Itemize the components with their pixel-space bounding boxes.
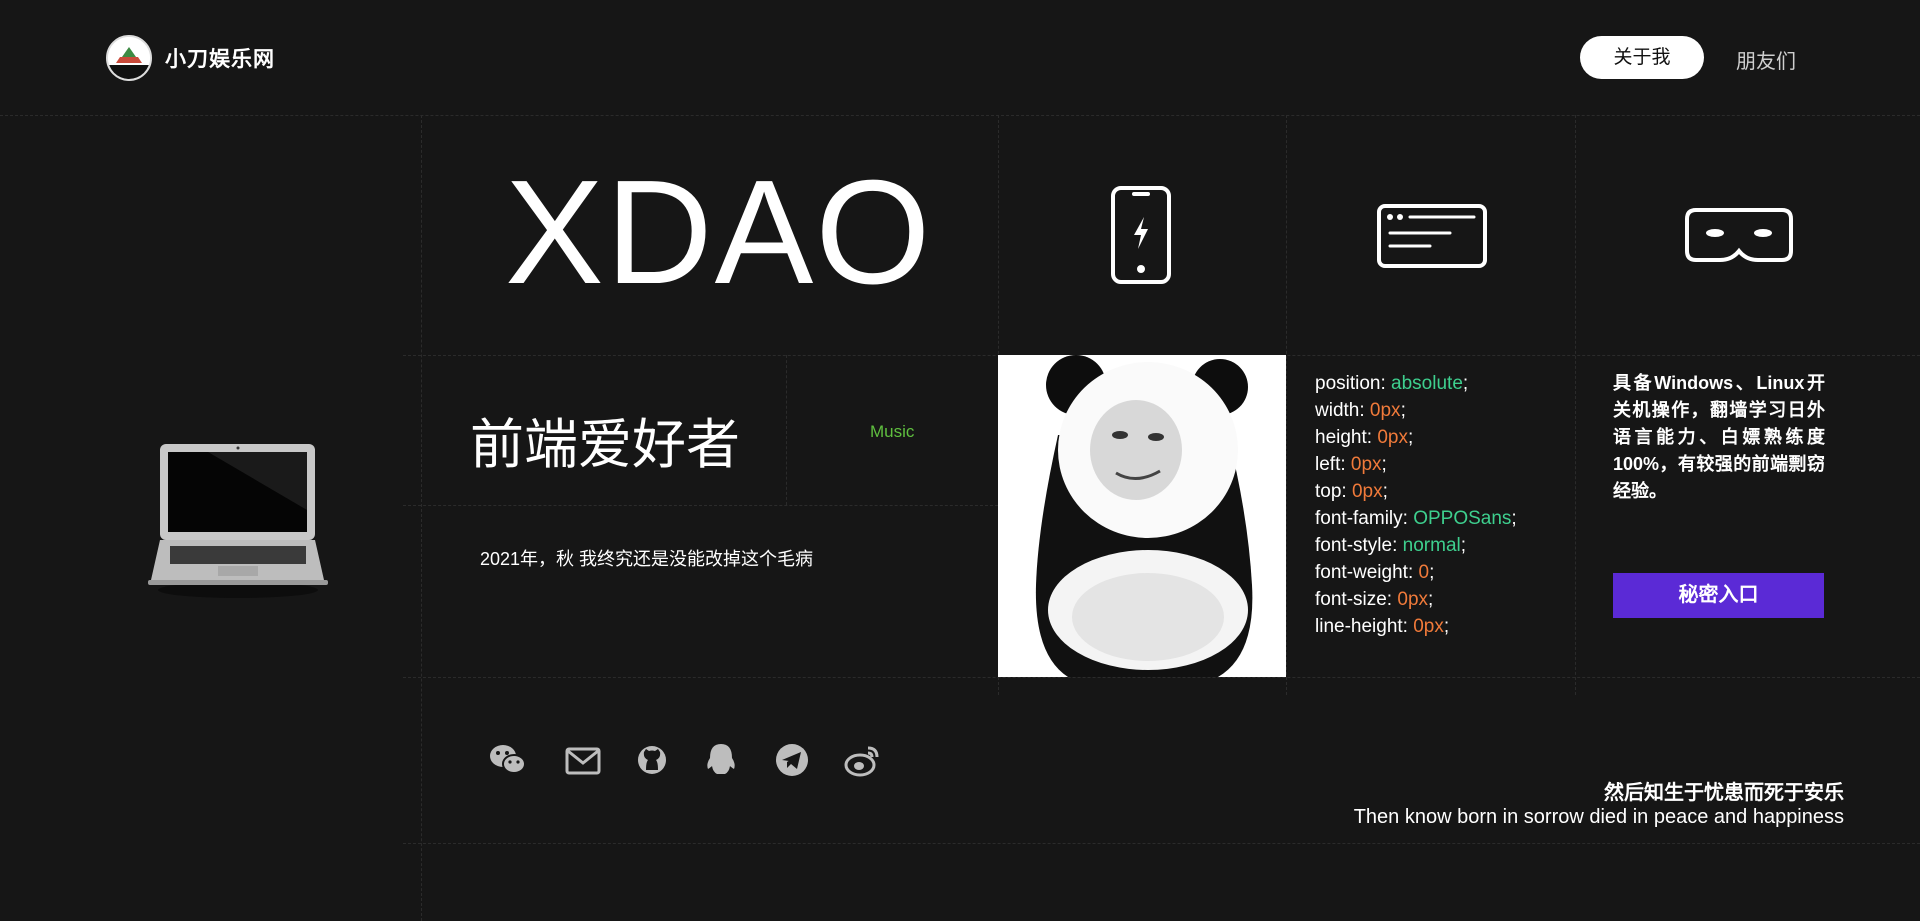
site-logo[interactable] bbox=[106, 35, 152, 81]
nav-friends-link[interactable]: 朋友们 bbox=[1736, 45, 1796, 74]
css-property-line: top: 0px; bbox=[1315, 478, 1517, 505]
music-link[interactable]: Music bbox=[870, 422, 914, 442]
css-semicolon: ; bbox=[1511, 508, 1517, 529]
css-property-name: width: bbox=[1315, 400, 1370, 421]
qq-icon[interactable] bbox=[701, 740, 741, 780]
css-property-line: font-family: OPPOSans; bbox=[1315, 505, 1517, 532]
grid-line bbox=[786, 355, 787, 505]
css-property-name: font-size: bbox=[1315, 589, 1398, 610]
css-property-line: position: absolute; bbox=[1315, 370, 1517, 397]
grid-line bbox=[1286, 115, 1287, 695]
browser-window-icon bbox=[1376, 203, 1488, 274]
wechat-icon[interactable] bbox=[488, 740, 528, 780]
brand-name[interactable]: 小刀娱乐网 bbox=[165, 43, 275, 73]
quote-chinese: 然后知生于忧患而死于安乐 bbox=[1604, 782, 1844, 804]
hero-title: XDAO bbox=[505, 150, 933, 315]
css-property-line: width: 0px; bbox=[1315, 397, 1517, 424]
css-semicolon: ; bbox=[1382, 481, 1388, 502]
phone-icon bbox=[1110, 185, 1172, 290]
css-semicolon: ; bbox=[1400, 400, 1406, 421]
quote-english: Then know born in sorrow died in peace a… bbox=[1353, 806, 1844, 828]
css-property-line: line-height: 0px; bbox=[1315, 613, 1517, 640]
css-property-value: normal bbox=[1402, 535, 1461, 556]
grid-line bbox=[403, 505, 998, 506]
css-semicolon: ; bbox=[1462, 373, 1469, 394]
css-property-line: font-style: normal; bbox=[1315, 532, 1517, 559]
css-semicolon: ; bbox=[1381, 454, 1387, 475]
vr-headset-icon bbox=[1684, 207, 1794, 268]
css-property-value: 0px bbox=[1350, 454, 1382, 475]
css-property-line: left: 0px; bbox=[1315, 451, 1517, 478]
css-property-value: 0px bbox=[1413, 616, 1444, 637]
css-property-line: font-size: 0px; bbox=[1315, 586, 1517, 613]
css-property-value: 0px bbox=[1351, 481, 1383, 502]
css-property-name: line-height: bbox=[1315, 616, 1414, 637]
mail-icon[interactable] bbox=[563, 740, 603, 780]
css-property-name: position: bbox=[1315, 373, 1392, 394]
hero-subtitle: 前端爱好者 bbox=[470, 415, 740, 475]
css-semicolon: ; bbox=[1428, 589, 1434, 610]
secret-entrance-button[interactable]: 秘密入口 bbox=[1613, 573, 1824, 618]
css-property-name: top: bbox=[1315, 481, 1352, 502]
css-property-name: font-weight: bbox=[1315, 562, 1419, 583]
css-property-value: 0 bbox=[1418, 562, 1430, 583]
grid-line bbox=[0, 115, 1920, 116]
laptop-icon bbox=[148, 440, 328, 605]
motto-text: 2021年，秋 我终究还是没能改掉这个毛病 bbox=[480, 549, 814, 569]
css-property-value: absolute bbox=[1391, 373, 1463, 394]
grid-line bbox=[421, 115, 422, 921]
css-property-value: 0px bbox=[1377, 427, 1408, 448]
css-property-name: font-style: bbox=[1315, 535, 1403, 556]
grid-line bbox=[1575, 115, 1576, 695]
nav-about-button[interactable]: 关于我 bbox=[1580, 36, 1704, 79]
skills-description: 具备Windows、Linux开关机操作，翻墙学习日外语言能力、白嫖熟练度100… bbox=[1613, 373, 1825, 501]
css-property-line: font-weight: 0; bbox=[1315, 559, 1517, 586]
css-semicolon: ; bbox=[1407, 427, 1414, 448]
grid-line bbox=[403, 843, 1920, 844]
css-property-name: font-family: bbox=[1315, 508, 1414, 529]
css-property-value: OPPOSans bbox=[1413, 508, 1512, 529]
css-semicolon: ; bbox=[1460, 535, 1467, 556]
weibo-icon[interactable] bbox=[842, 740, 882, 780]
css-properties-list: position: absolute; width: 0px; height: 0p… bbox=[1315, 370, 1517, 640]
css-property-value: 0px bbox=[1369, 400, 1401, 421]
css-semicolon: ; bbox=[1429, 562, 1435, 583]
css-semicolon: ; bbox=[1443, 616, 1450, 637]
css-property-value: 0px bbox=[1397, 589, 1429, 610]
css-property-line: height: 0px; bbox=[1315, 424, 1517, 451]
telegram-icon[interactable] bbox=[772, 740, 812, 780]
css-property-name: height: bbox=[1315, 427, 1378, 448]
page: 小刀娱乐网 关于我 朋友们 XDAO 前端爱好者 Music 2021年，秋 我… bbox=[0, 0, 1920, 921]
github-icon[interactable] bbox=[632, 740, 672, 780]
css-property-name: left: bbox=[1315, 454, 1351, 475]
panda-meme-image bbox=[998, 355, 1286, 677]
grid-line bbox=[403, 677, 1920, 678]
